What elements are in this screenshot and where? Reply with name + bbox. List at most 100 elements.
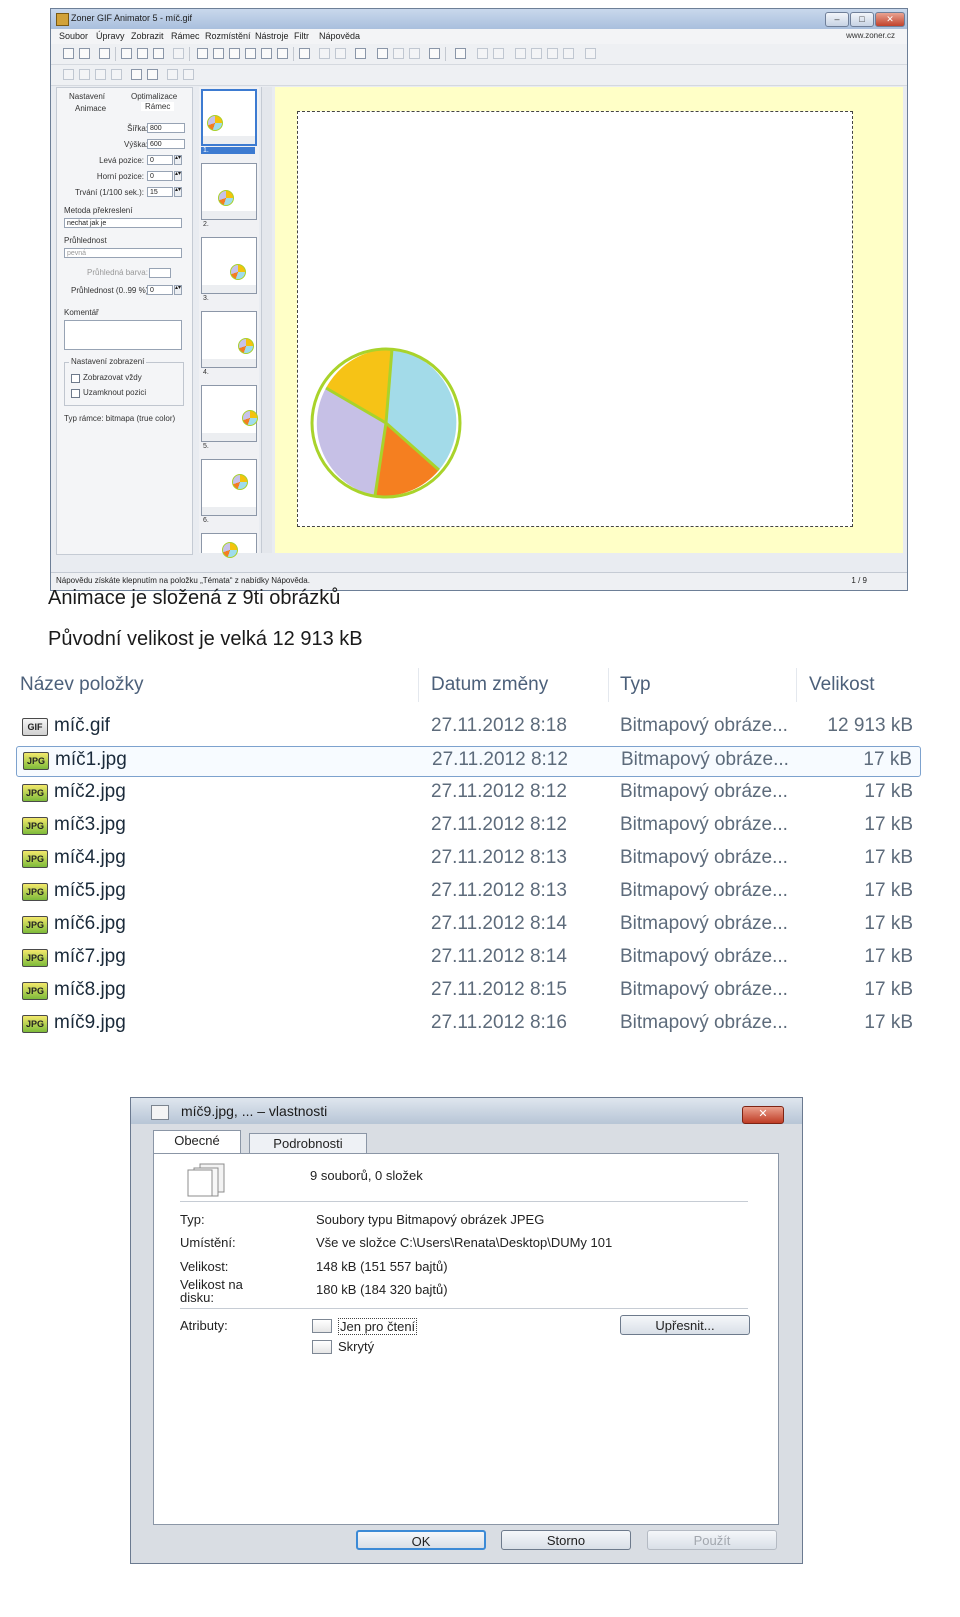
menu-soubor[interactable]: Soubor [59, 31, 88, 41]
column-type[interactable]: Typ [620, 674, 651, 696]
arrange-icon[interactable] [63, 69, 74, 80]
menu-ramec[interactable]: Rámec [171, 31, 200, 41]
file-row[interactable]: GIF míč.gif 27.11.2012 8:18 Bitmapový ob… [16, 713, 921, 744]
readonly-checkbox[interactable] [312, 1319, 332, 1333]
next-frame-icon[interactable] [547, 48, 558, 59]
frame-thumb[interactable] [201, 459, 257, 516]
menu-filtr[interactable]: Filtr [294, 31, 309, 41]
file-row[interactable]: JPG míč4.jpg 27.11.2012 8:13 Bitmapový o… [16, 845, 921, 876]
copy-icon[interactable] [137, 48, 148, 59]
frame-rotate-icon[interactable] [261, 48, 272, 59]
duration-input[interactable]: 15 [147, 187, 173, 197]
column-date[interactable]: Datum změny [431, 674, 548, 696]
arrange4-icon[interactable] [111, 69, 122, 80]
file-row[interactable]: JPG míč3.jpg 27.11.2012 8:12 Bitmapový o… [16, 812, 921, 843]
arrange3-icon[interactable] [95, 69, 106, 80]
first-frame-icon[interactable] [515, 48, 526, 59]
menu-napoveda[interactable]: Nápověda [319, 31, 360, 41]
width-input[interactable]: 800 [147, 123, 185, 133]
file-row-selected[interactable]: JPG míč1.jpg 27.11.2012 8:12 Bitmapový o… [16, 746, 921, 777]
top-pos-input[interactable]: 0 [147, 171, 173, 181]
duration-stepper[interactable]: ▴▾ [174, 187, 182, 197]
undo-icon[interactable] [173, 48, 184, 59]
frame-duplicate-icon[interactable] [229, 48, 240, 59]
stop-icon[interactable] [493, 48, 504, 59]
frame-list-scrollbar[interactable] [261, 87, 272, 553]
brush-icon[interactable] [299, 48, 310, 59]
frame-delete-icon[interactable] [277, 48, 288, 59]
file-row[interactable]: JPG míč8.jpg 27.11.2012 8:15 Bitmapový o… [16, 977, 921, 1008]
comment-textarea[interactable] [64, 320, 182, 350]
site-link[interactable]: www.zoner.cz [846, 31, 895, 40]
fit-icon[interactable] [147, 69, 158, 80]
new-icon[interactable] [63, 48, 74, 59]
dialog-close-button[interactable]: ✕ [742, 1106, 784, 1124]
frame-thumb[interactable] [201, 311, 257, 368]
vspace-icon[interactable] [183, 69, 194, 80]
menu-rozmisteni[interactable]: Rozmístění [205, 31, 251, 41]
frame-thumb[interactable] [201, 237, 257, 294]
tab-optimalizace[interactable]: Optimalizace [131, 92, 177, 101]
fullscreen-icon[interactable] [585, 48, 596, 59]
web-icon[interactable] [377, 48, 388, 59]
frame-insert-icon[interactable] [213, 48, 224, 59]
optimize-icon[interactable] [355, 48, 366, 59]
arrange2-icon[interactable] [79, 69, 90, 80]
frame-thumb[interactable] [201, 533, 257, 558]
left-pos-stepper[interactable]: ▴▾ [174, 155, 182, 165]
minimize-button[interactable]: – [825, 12, 849, 27]
globe-icon[interactable] [409, 48, 420, 59]
file-row[interactable]: JPG míč2.jpg 27.11.2012 8:12 Bitmapový o… [16, 779, 921, 810]
frame-thumb[interactable] [201, 385, 258, 442]
center-icon[interactable] [131, 69, 142, 80]
tab-obecne[interactable]: Obecné [153, 1130, 241, 1154]
file-row[interactable]: JPG míč5.jpg 27.11.2012 8:13 Bitmapový o… [16, 878, 921, 909]
redraw-select[interactable]: nechat jak je [64, 218, 182, 228]
open-icon[interactable] [79, 48, 90, 59]
frame-copy-icon[interactable] [245, 48, 256, 59]
cut-icon[interactable] [121, 48, 132, 59]
frame-thumb[interactable] [201, 89, 257, 146]
menu-upravy[interactable]: Úpravy [96, 31, 125, 41]
tab-podrobnosti[interactable]: Podrobnosti [249, 1133, 367, 1154]
paste-icon[interactable] [153, 48, 164, 59]
apply-button[interactable]: Použít [647, 1530, 777, 1550]
last-frame-icon[interactable] [563, 48, 574, 59]
hidden-label[interactable]: Skrytý [338, 1339, 374, 1354]
lock-position-checkbox[interactable] [71, 389, 80, 398]
left-pos-input[interactable]: 0 [147, 155, 173, 165]
show-always-checkbox[interactable] [71, 374, 80, 383]
menu-zobrazit[interactable]: Zobrazit [131, 31, 164, 41]
hspace-icon[interactable] [167, 69, 178, 80]
tab-animace[interactable]: Animace [75, 104, 106, 113]
close-button[interactable]: ✕ [875, 12, 905, 27]
menu-nastroje[interactable]: Nástroje [255, 31, 289, 41]
tab-nastaveni[interactable]: Nastavení [69, 92, 105, 101]
column-size[interactable]: Velikost [809, 674, 874, 696]
cancel-button[interactable]: Storno [501, 1530, 631, 1550]
maximize-button[interactable]: □ [850, 12, 874, 27]
play-icon[interactable] [477, 48, 488, 59]
file-row[interactable]: JPG míč7.jpg 27.11.2012 8:14 Bitmapový o… [16, 944, 921, 975]
advanced-button[interactable]: Upřesnit... [620, 1315, 750, 1335]
height-input[interactable]: 600 [147, 139, 185, 149]
transparent-color-swatch[interactable] [149, 268, 171, 278]
top-pos-stepper[interactable]: ▴▾ [174, 171, 182, 181]
ok-button[interactable]: OK [356, 1530, 486, 1550]
prev-frame-icon[interactable] [531, 48, 542, 59]
align-right-icon[interactable] [335, 48, 346, 59]
file-row[interactable]: JPG míč6.jpg 27.11.2012 8:14 Bitmapový o… [16, 911, 921, 942]
grid-icon[interactable] [393, 48, 404, 59]
frame-thumb[interactable] [201, 163, 257, 220]
plus-icon[interactable] [429, 48, 440, 59]
readonly-label[interactable]: Jen pro čtení [338, 1318, 418, 1335]
hidden-checkbox[interactable] [312, 1340, 332, 1354]
tab-ramec[interactable]: Rámec [141, 102, 175, 111]
save-icon[interactable] [99, 48, 110, 59]
wizard-icon[interactable] [455, 48, 466, 59]
transparency-select[interactable]: pevná [64, 248, 182, 258]
opacity-stepper[interactable]: ▴▾ [174, 285, 182, 295]
opacity-input[interactable]: 0 [147, 285, 173, 295]
frame-add-icon[interactable] [197, 48, 208, 59]
align-left-icon[interactable] [319, 48, 330, 59]
